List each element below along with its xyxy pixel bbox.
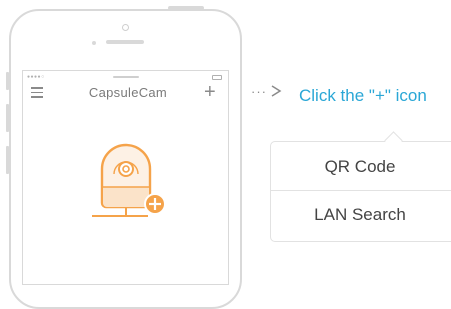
mute-switch [6,72,9,90]
add-device-icon[interactable]: + [204,82,216,102]
app-title: CapsuleCam [88,85,168,100]
arrow-dotted-line: ··· [251,84,267,99]
proximity-sensor [92,41,96,45]
signal-indicator: ●●●●○ [27,74,45,80]
hamburger-menu-icon[interactable] [31,87,43,99]
power-button [168,6,204,10]
earpiece-speaker [106,40,144,44]
menu-item-lan-search[interactable]: LAN Search [270,205,450,225]
phone-screen: ●●●●○ CapsuleCam + [22,70,229,285]
instruction-text: Click the "+" icon [299,86,427,105]
status-bar-notch [113,76,139,78]
battery-icon [212,75,222,80]
menu-item-qr-code[interactable]: QR Code [270,157,450,177]
capsule-camera-add-icon [92,143,166,217]
volume-down-button [6,146,9,174]
front-camera [122,24,129,31]
popup-divider [270,190,451,191]
chevron-right-icon [271,85,282,97]
volume-up-button [6,104,9,132]
